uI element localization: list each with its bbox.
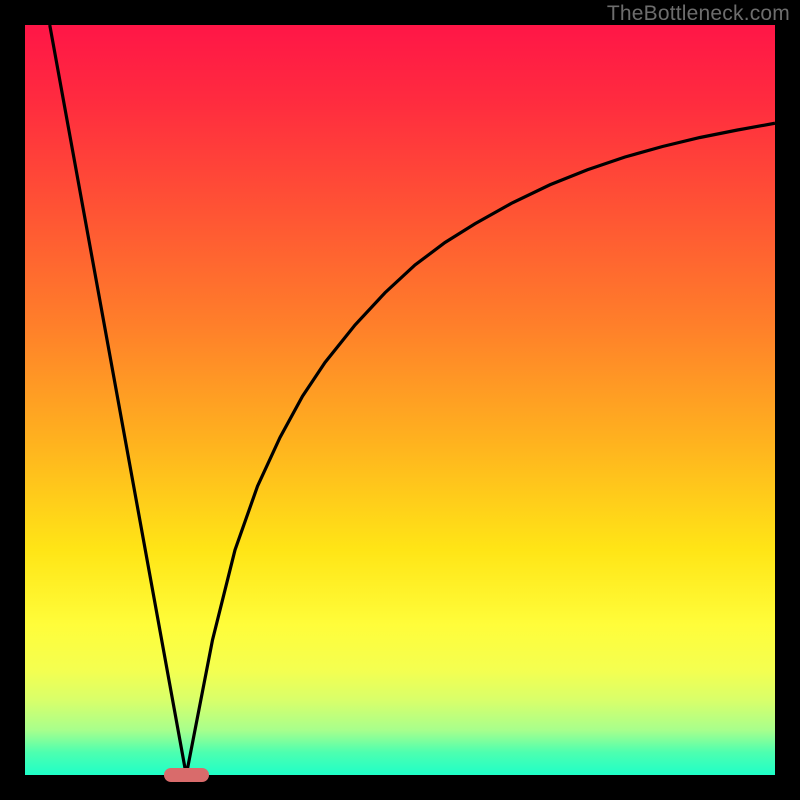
plot-area xyxy=(25,25,775,775)
bottleneck-curve xyxy=(50,25,775,775)
watermark-text: TheBottleneck.com xyxy=(607,2,790,26)
chart-frame: TheBottleneck.com xyxy=(0,0,800,800)
minimum-marker xyxy=(164,768,209,782)
curve-layer xyxy=(25,25,775,775)
